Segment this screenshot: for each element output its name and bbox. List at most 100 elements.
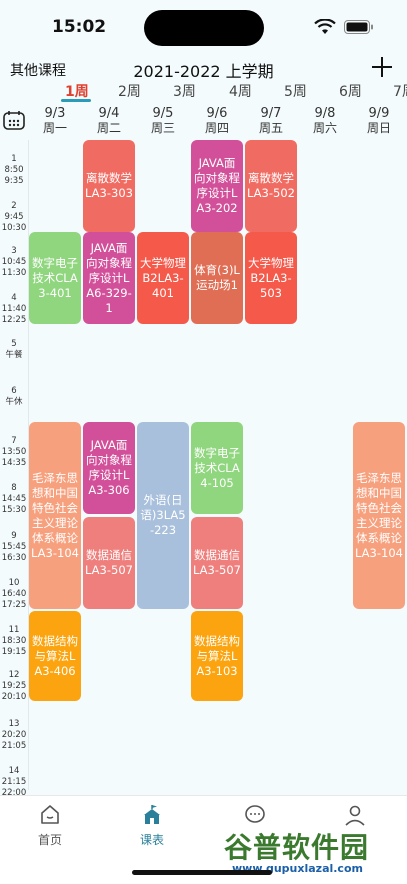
slot-end: 16:30 (1, 553, 27, 563)
course-block[interactable]: 数据结构与算法LA3-406 (29, 611, 81, 701)
week-tab[interactable]: 7周 (393, 81, 407, 101)
course-block[interactable]: 体育(3)L运动场1 (191, 232, 243, 324)
day-header: 9/5 周三 (137, 106, 189, 136)
time-slot: 6 午休 (0, 386, 28, 408)
day-header: 9/3 周一 (29, 106, 81, 136)
day-date: 9/6 (206, 106, 228, 121)
course-block[interactable]: 离散数学LA3-502 (245, 140, 297, 232)
slot-start: 21:15 (1, 777, 27, 787)
battery-icon (344, 20, 373, 34)
course-block[interactable]: 数据通信LA3-507 (191, 517, 243, 609)
time-slot: 4 11:40 12:25 (0, 293, 28, 326)
time-slot: 11 18:30 19:15 (0, 625, 28, 658)
time-slot: 10 16:40 17:25 (0, 578, 28, 611)
slot-end: 15:30 (1, 505, 27, 515)
day-weekday: 周四 (204, 121, 229, 135)
course-block[interactable]: JAVA面向对象程序设计LA3-306 (83, 422, 135, 514)
slot-number: 3 (11, 246, 17, 256)
slot-number: 7 (11, 436, 17, 446)
slot-number: 5 (11, 339, 17, 349)
day-date: 9/7 (260, 106, 282, 121)
slot-start: 10:45 (1, 257, 27, 267)
slot-number: 10 (8, 578, 20, 588)
slot-number: 6 (11, 386, 17, 396)
day-header: 9/6 周四 (191, 106, 243, 136)
slot-number: 9 (11, 531, 17, 541)
week-tab[interactable]: 2周 (118, 81, 141, 101)
slot-start: 15:45 (1, 542, 27, 552)
day-date: 9/5 (152, 106, 174, 121)
day-weekday: 周二 (96, 121, 121, 135)
slot-number: 2 (11, 201, 17, 211)
course-block[interactable]: 外语(日语)3LA5-223 (137, 422, 189, 609)
chat-icon (245, 805, 265, 823)
calendar-icon[interactable] (3, 110, 25, 130)
day-header: 9/8 周六 (299, 106, 351, 136)
course-block[interactable]: 大学物理B2LA3-503 (245, 232, 297, 324)
course-block[interactable]: 数字电子技术CLA3-401 (29, 232, 81, 324)
day-weekday: 周五 (258, 121, 283, 135)
slot-number: 1 (11, 154, 17, 164)
slot-number: 13 (8, 719, 20, 729)
week-tab[interactable]: 3周 (173, 81, 196, 101)
course-block[interactable]: 毛泽东思想和中国特色社会主义理论体系概论LA3-104 (29, 422, 81, 609)
slot-start: 14:45 (1, 494, 27, 504)
slot-number: 11 (8, 625, 20, 635)
nav-schedule-label: 课表 (139, 833, 164, 847)
week-tab[interactable]: 5周 (284, 81, 307, 101)
course-block[interactable]: 数字电子技术CLA4-105 (191, 422, 243, 514)
slot-end: 9:35 (4, 176, 24, 186)
slot-end: 19:15 (1, 647, 27, 657)
nav-home-label: 首页 (37, 833, 62, 847)
day-date: 9/4 (98, 106, 120, 121)
slot-start: 19:25 (1, 681, 27, 691)
slot-start: 20:20 (1, 730, 27, 740)
profile-icon (345, 805, 365, 826)
slot-end: 21:05 (1, 741, 27, 751)
course-block[interactable]: 大学物理B2LA3-401 (137, 232, 189, 324)
add-course-button[interactable] (370, 54, 394, 80)
slot-number: 14 (8, 766, 20, 776)
camera-notch (144, 10, 264, 46)
time-slot: 2 9:45 10:30 (0, 201, 28, 234)
semester-title[interactable]: 2021-2022 上学期 (0, 58, 407, 82)
week-tab[interactable]: 6周 (339, 81, 362, 101)
course-block[interactable]: JAVA面向对象程序设计LA6-329-1 (83, 232, 135, 324)
time-slot: 13 20:20 21:05 (0, 719, 28, 752)
course-block[interactable]: 离散数学LA3-303 (83, 140, 135, 232)
day-date: 9/9 (368, 106, 390, 121)
day-weekday: 周日 (366, 121, 391, 135)
time-slot: 9 15:45 16:30 (0, 531, 28, 564)
home-indicator (132, 870, 272, 875)
week-tab[interactable]: 1周 (65, 81, 89, 101)
course-block[interactable]: 数据通信LA3-507 (83, 517, 135, 609)
day-weekday: 周三 (150, 121, 175, 135)
course-block[interactable]: 毛泽东思想和中国特色社会主义理论体系概论LA3-104 (353, 422, 405, 609)
slot-start: 9:45 (4, 212, 24, 222)
nav-schedule[interactable]: 课表 (122, 803, 182, 848)
time-slot: 8 14:45 15:30 (0, 483, 28, 516)
slot-start: 午餐 (5, 350, 23, 360)
week-tab[interactable]: 4周 (229, 81, 252, 101)
slot-start: 13:50 (1, 447, 27, 457)
time-slot: 1 8:50 9:35 (0, 154, 28, 187)
time-slot: 12 19:25 20:10 (0, 670, 28, 703)
course-block[interactable]: 数据结构与算法LA3-103 (191, 611, 243, 701)
slot-number: 8 (11, 483, 17, 493)
slot-end: 14:35 (1, 458, 27, 468)
slot-start: 16:40 (1, 589, 27, 599)
day-header: 9/7 周五 (245, 106, 297, 136)
day-weekday: 周一 (42, 121, 67, 135)
nav-home[interactable]: 首页 (20, 803, 80, 848)
day-date: 9/8 (314, 106, 336, 121)
slot-start: 11:40 (1, 304, 27, 314)
time-slot: 7 13:50 14:35 (0, 436, 28, 469)
day-header: 9/9 周日 (353, 106, 405, 136)
day-header: 9/4 周二 (83, 106, 135, 136)
slot-end: 10:30 (1, 223, 27, 233)
course-block[interactable]: JAVA面向对象程序设计LA3-202 (191, 140, 243, 232)
day-date: 9/3 (44, 106, 66, 121)
slot-end: 17:25 (1, 600, 27, 610)
slot-number: 12 (8, 670, 20, 680)
status-time: 15:02 (52, 17, 107, 37)
